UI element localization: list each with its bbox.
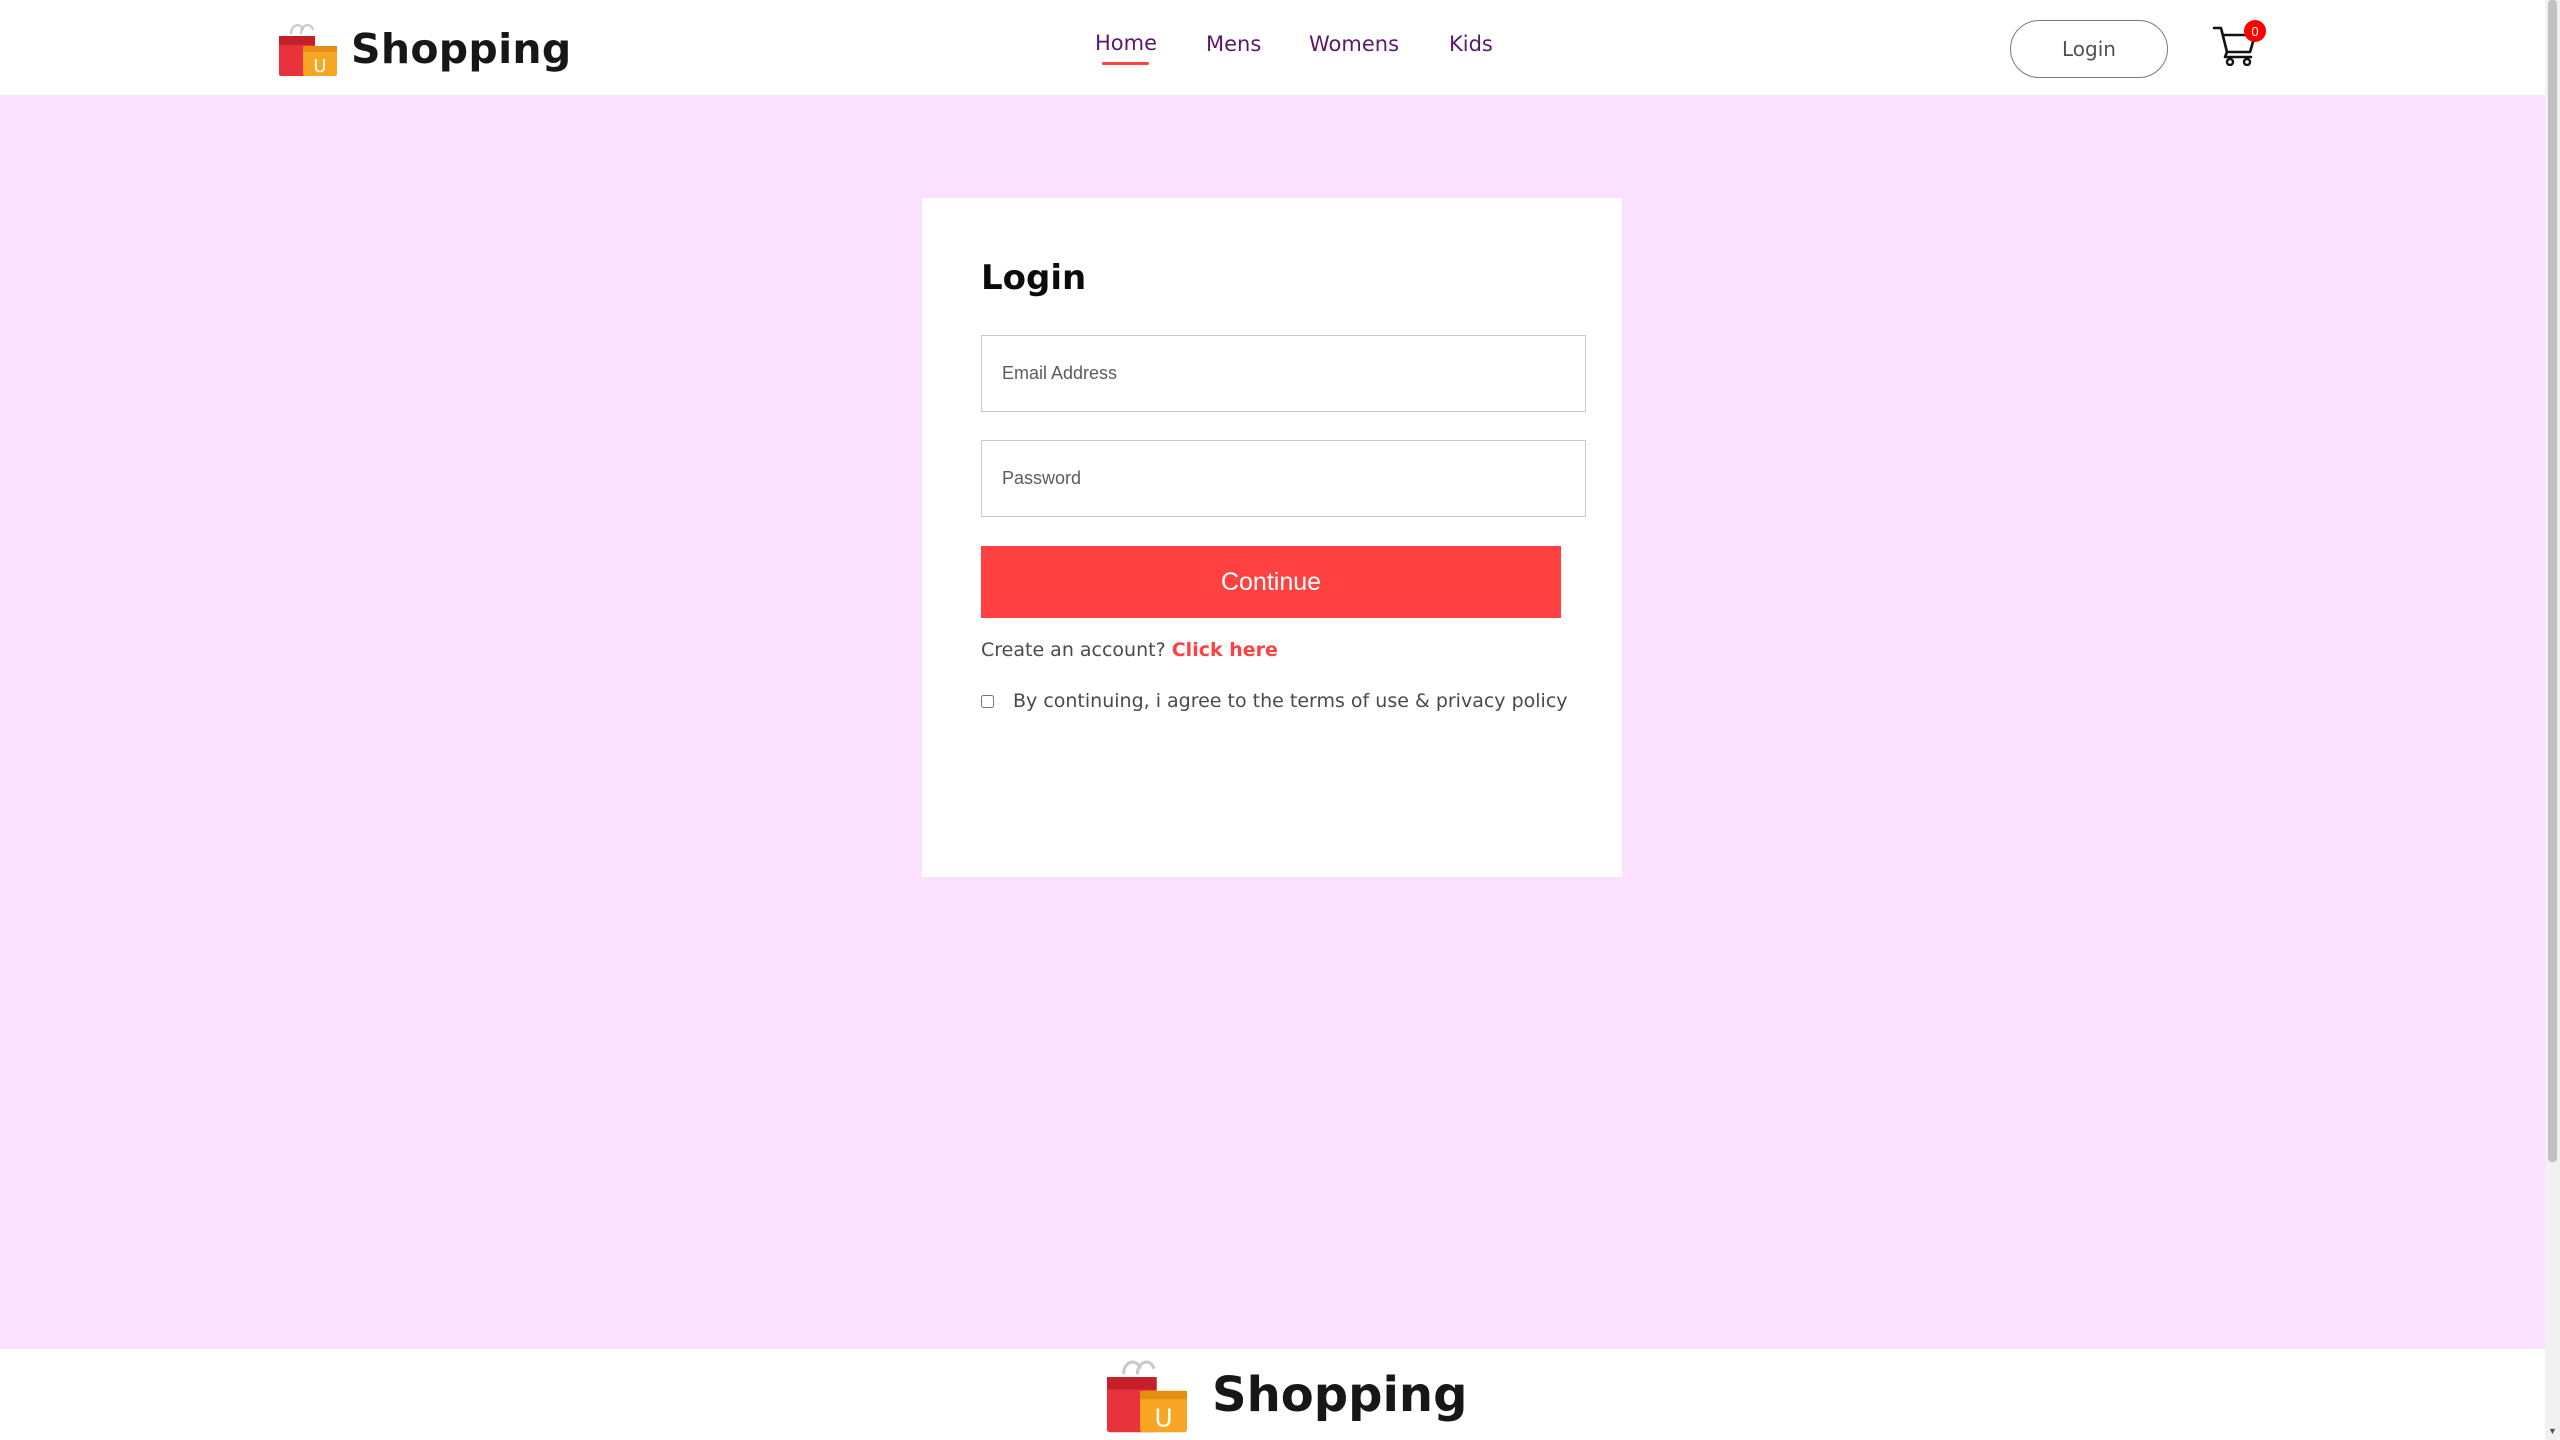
navbar: U Shopping Home Mens Womens Kids Login 0 — [0, 0, 2545, 96]
signup-prompt: Create an account? — [981, 639, 1166, 661]
nav-item-kids[interactable]: Kids — [1449, 32, 1493, 56]
scrollbar-thumb[interactable] — [2548, 0, 2557, 1162]
footer-brand-name: Shopping — [1212, 1367, 1468, 1423]
scroll-down-arrow-icon[interactable]: ▼ — [2548, 1426, 2557, 1436]
terms-checkbox[interactable] — [981, 694, 994, 708]
nav-item-mens[interactable]: Mens — [1206, 32, 1261, 56]
shopping-bag-icon: U — [1107, 1360, 1187, 1433]
terms-agreement-row: By continuing, i agree to the terms of u… — [981, 690, 1568, 712]
svg-text:U: U — [1154, 1404, 1172, 1433]
nav-item-home[interactable]: Home — [1095, 31, 1157, 55]
page: U Shopping Home Mens Womens Kids Login 0… — [0, 0, 2560, 1440]
login-title: Login — [981, 258, 1087, 298]
login-card: Login Continue Create an account? Click … — [922, 198, 1622, 877]
terms-label: By continuing, i agree to the terms of u… — [1013, 690, 1568, 712]
footer: U Shopping — [0, 1349, 2545, 1440]
active-nav-indicator — [1102, 62, 1149, 65]
login-button[interactable]: Login — [2010, 20, 2168, 78]
email-input[interactable] — [981, 335, 1586, 412]
password-input[interactable] — [981, 440, 1586, 517]
cart-count-badge: 0 — [2244, 20, 2266, 42]
signup-prompt-row: Create an account? Click here — [981, 639, 1278, 661]
signup-link[interactable]: Click here — [1172, 639, 1278, 661]
footer-logo: U Shopping — [1104, 1355, 1467, 1435]
continue-button[interactable]: Continue — [981, 546, 1561, 618]
nav-item-womens[interactable]: Womens — [1309, 32, 1399, 56]
